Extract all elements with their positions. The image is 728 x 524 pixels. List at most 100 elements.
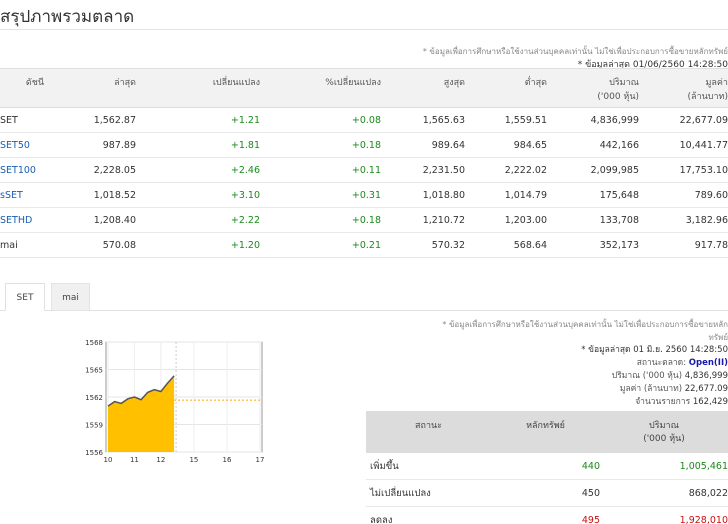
index-change: +2.46 (230, 164, 260, 176)
header-high: สูงสุด (443, 78, 465, 88)
index-low: 2,222.02 (504, 164, 547, 176)
index-value: 3,182.96 (685, 214, 728, 226)
index-volume: 133,708 (599, 214, 639, 226)
chart-x-tick-label: 12 (156, 456, 165, 464)
chart-x-tick-label: 10 (104, 456, 113, 464)
header-low: ต่ำสุด (524, 78, 547, 88)
index-high: 1,018.80 (422, 189, 465, 201)
stat-volume: 868,022 (688, 487, 728, 499)
header-stat-volume-unit: ('000 หุ้น) (643, 434, 685, 444)
index-link-sset[interactable]: sSET (0, 190, 66, 201)
index-low: 1,203.00 (504, 214, 547, 226)
index-last: 1,208.40 (93, 214, 136, 226)
market-volume-line: ปริมาณ ('000 หุ้น) 4,836,999 (528, 370, 728, 383)
stat-volume: 1,005,461 (679, 460, 728, 472)
stat-label: ไม่เปลี่ยนแปลง (370, 487, 431, 499)
index-pct-change: +0.08 (351, 114, 381, 126)
index-last: 1,018.52 (93, 189, 136, 201)
index-value: 789.60 (694, 189, 728, 201)
index-low: 1,014.79 (504, 189, 547, 201)
tab-mai[interactable]: mai (51, 283, 90, 311)
index-last: 1,562.87 (93, 114, 136, 126)
chart-x-tick-label: 16 (222, 456, 231, 464)
header-volume: ปริมาณ ('000 หุ้น) (547, 69, 639, 107)
index-value: 22,677.09 (679, 114, 728, 126)
index-row-sethd: SETHD 1,208.40 +2.22 +0.18 1,210.72 1,20… (0, 208, 728, 233)
header-stat-volume: ปริมาณ ('000 หุ้น) (600, 411, 728, 453)
header-index: ดัชนี (25, 78, 44, 88)
index-pct-change: +0.18 (351, 139, 381, 151)
header-value: มูลค่า (ล้านบาท) (639, 69, 728, 107)
index-change: +3.10 (230, 189, 260, 201)
index-value: 17,753.10 (679, 164, 728, 176)
market-deals-value: 162,429 (692, 397, 728, 407)
stat-label: เพิ่มขึ้น (370, 460, 399, 472)
intraday-chart: 1568 1565 1562 1559 1556 10 11 12 15 16 17 (80, 336, 270, 471)
intraday-chart-svg: 1568 1565 1562 1559 155610 11 12 15 16 17 (85, 339, 264, 464)
market-tabs: SET mai (0, 283, 728, 311)
chart-y-tick-label: 1556 (85, 449, 103, 457)
chart-y-tick-label: 1568 (85, 339, 103, 347)
index-table: ดัชนี ล่าสุด เปลี่ยนแปลง %เปลี่ยนแปลง สู… (0, 68, 728, 258)
index-high: 1,210.72 (422, 214, 465, 226)
market-status-value: Open(II) (688, 358, 728, 368)
stat-count: 495 (581, 514, 600, 524)
index-pct-change: +0.21 (351, 239, 381, 251)
index-change: +1.81 (230, 139, 260, 151)
index-volume: 442,166 (599, 139, 639, 151)
tab-set[interactable]: SET (5, 283, 45, 311)
market-volume-label: ปริมาณ ('000 หุ้น) (611, 371, 683, 381)
index-change: +1.21 (230, 114, 260, 126)
index-row-sset: sSET 1,018.52 +3.10 +0.31 1,018.80 1,014… (0, 183, 728, 208)
index-high: 2,231.50 (422, 164, 465, 176)
header-change: เปลี่ยนแปลง (212, 78, 260, 88)
advance-decline-table: สถานะ หลักทรัพย์ ปริมาณ ('000 หุ้น) เพิ่… (366, 411, 728, 524)
title-divider (0, 29, 728, 30)
index-value: 917.78 (694, 239, 728, 251)
index-volume: 2,099,985 (590, 164, 639, 176)
market-updated: * ข้อมูลล่าสุด 01 มิ.ย. 2560 14:28:50 (581, 345, 728, 355)
stat-row-unchanged: ไม่เปลี่ยนแปลง 450 868,022 (366, 480, 728, 507)
index-row-set50: SET50 987.89 +1.81 +0.18 989.64 984.65 4… (0, 133, 728, 158)
index-volume: 4,836,999 (590, 114, 639, 126)
index-link-sethd[interactable]: SETHD (0, 215, 66, 226)
market-value-label: มูลค่า (ล้านบาท) (619, 384, 683, 394)
index-high: 989.64 (431, 139, 465, 151)
header-value-label: มูลค่า (705, 78, 728, 88)
index-row-set: SET 1,562.87 +1.21 +0.08 1,565.63 1,559.… (0, 108, 728, 133)
index-last: 570.08 (102, 239, 136, 251)
index-low: 568.64 (513, 239, 547, 251)
chart-y-tick-label: 1562 (85, 394, 103, 402)
index-link-set100[interactable]: SET100 (0, 165, 66, 176)
index-high: 570.32 (431, 239, 465, 251)
header-last: ล่าสุด (114, 78, 136, 88)
market-deals-label: จำนวนรายการ (635, 397, 691, 407)
stat-label: ลดลง (370, 514, 393, 524)
header-status: สถานะ (415, 421, 442, 431)
index-pct-change: +0.31 (351, 189, 381, 201)
chart-y-tick-label: 1565 (85, 367, 103, 375)
disclaimer-bottom-cont: ทรัพย์ (708, 333, 728, 342)
market-status-label: สถานะตลาด: (636, 358, 687, 368)
index-last: 2,228.05 (93, 164, 136, 176)
header-volume-unit: ('000 หุ้น) (597, 92, 639, 102)
stat-row-decline: ลดลง 495 1,928,010 (366, 507, 728, 524)
header-volume-label: ปริมาณ (609, 78, 639, 88)
index-link-set50[interactable]: SET50 (0, 140, 66, 151)
stat-volume: 1,928,010 (679, 514, 728, 524)
header-securities: หลักทรัพย์ (526, 421, 565, 431)
index-row-mai: mai 570.08 +1.20 +0.21 570.32 568.64 352… (0, 233, 728, 258)
index-high: 1,565.63 (422, 114, 465, 126)
index-value: 10,441.77 (679, 139, 728, 151)
disclaimer-bottom: * ข้อมูลเพื่อการศึกษาหรือใช้งานส่วนบุคคล… (442, 320, 728, 329)
index-pct-change: +0.11 (351, 164, 381, 176)
index-name: mai (0, 239, 18, 251)
stat-count: 450 (581, 487, 600, 499)
index-row-set100: SET100 2,228.05 +2.46 +0.11 2,231.50 2,2… (0, 158, 728, 183)
index-low: 1,559.51 (504, 114, 547, 126)
market-volume-value: 4,836,999 (684, 371, 728, 381)
chart-x-tick-label: 11 (130, 456, 139, 464)
header-stat-volume-label: ปริมาณ (649, 421, 679, 431)
index-volume: 175,648 (599, 189, 639, 201)
index-change: +1.20 (230, 239, 260, 251)
